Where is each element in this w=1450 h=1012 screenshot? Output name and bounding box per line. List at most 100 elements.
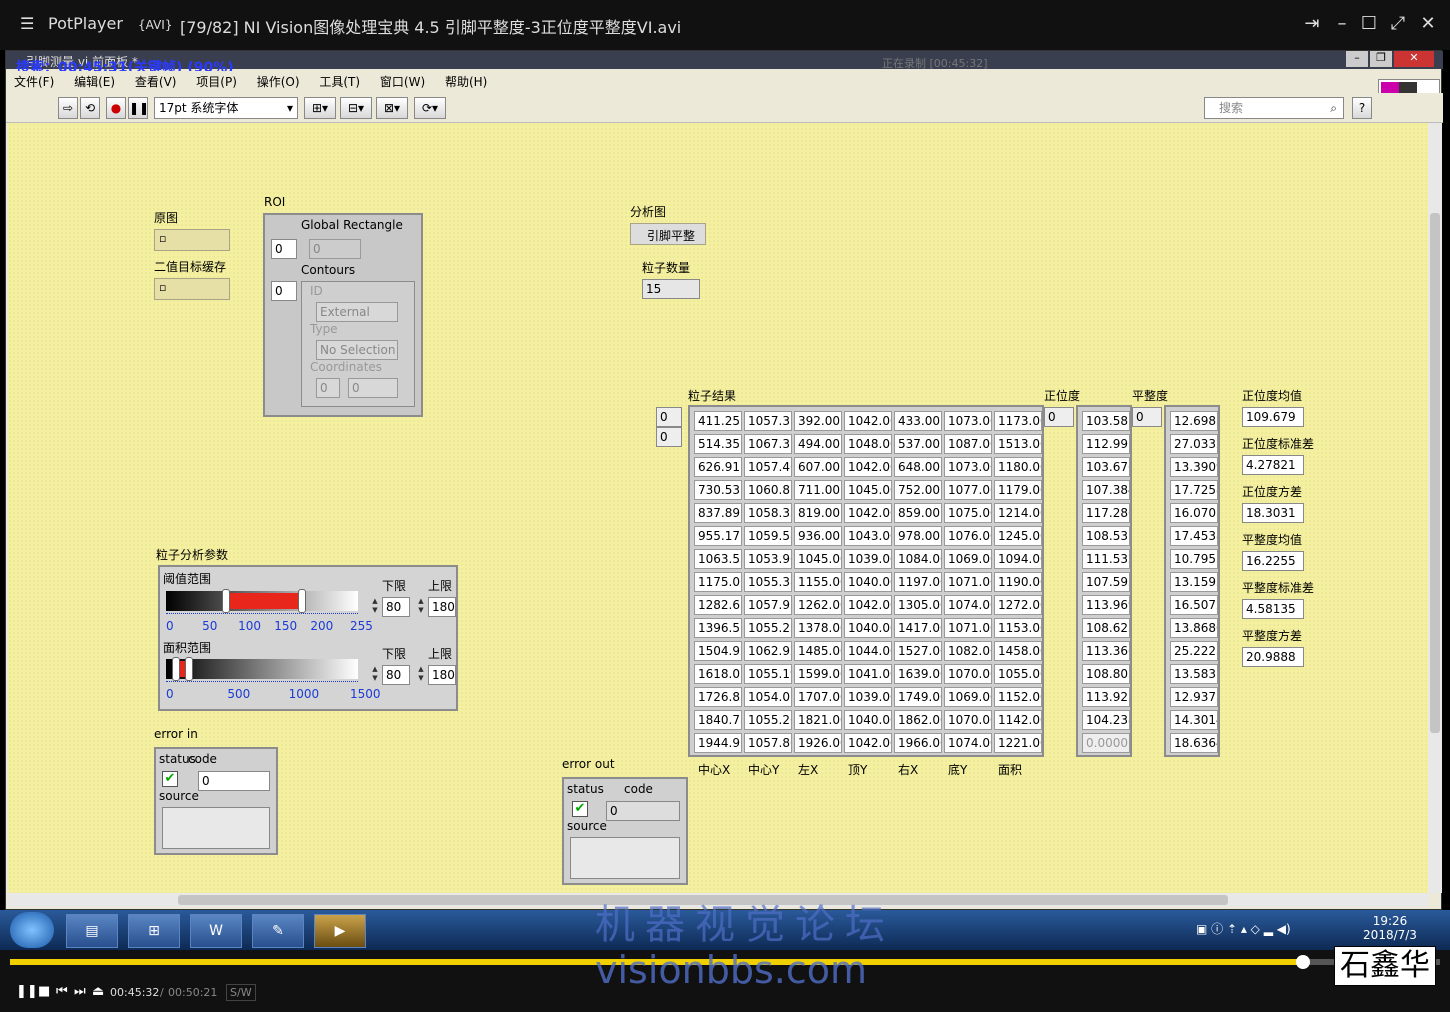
flat-index[interactable]: 0 <box>1132 407 1162 427</box>
table-cell: 1214.00 <box>994 503 1042 523</box>
list-item: 103.676 <box>1082 457 1130 477</box>
menu-project[interactable]: 项目(P) <box>196 71 237 93</box>
minimize-icon[interactable]: – <box>1330 12 1354 36</box>
search-input[interactable]: 搜索 ⌕ <box>1204 97 1344 119</box>
thr-upper-spin-icon[interactable]: ▲ ▼ <box>416 597 426 617</box>
area-upper-input[interactable]: 180 <box>428 665 456 685</box>
roi-index-1[interactable]: 0 <box>271 239 297 259</box>
lv-restore-icon[interactable]: ❐ <box>1370 51 1392 67</box>
menu-window[interactable]: 窗口(W) <box>380 71 425 93</box>
labview-task-icon[interactable]: ▶ <box>314 914 366 948</box>
prev-icon[interactable]: ⏮ <box>56 984 68 999</box>
word-icon[interactable]: W <box>190 914 242 948</box>
vertical-scrollbar[interactable] <box>1428 123 1442 893</box>
next-icon[interactable]: ⏭ <box>74 984 86 999</box>
run-continuous-icon[interactable]: ⟲ <box>80 97 100 119</box>
roi-id-field[interactable]: External <box>316 302 398 322</box>
area-slider[interactable] <box>166 657 358 681</box>
menu-operate[interactable]: 操作(O) <box>257 71 300 93</box>
thr-upper-input[interactable]: 180 <box>428 597 456 617</box>
threshold-lower-handle[interactable] <box>222 589 231 613</box>
area-lower-handle[interactable] <box>172 657 181 681</box>
threshold-upper-handle[interactable] <box>297 589 306 613</box>
align-icon[interactable]: ⊞▾ <box>304 97 336 119</box>
reorder-icon[interactable]: ⟳▾ <box>414 97 446 119</box>
chevron-down-icon: ▾ <box>286 101 293 115</box>
menu-file[interactable]: 文件(F) <box>14 71 54 93</box>
menu-icon[interactable]: ☰ <box>20 14 34 33</box>
stat-value: 109.679 <box>1242 407 1304 427</box>
error-in-code-input[interactable]: 0 <box>198 771 270 791</box>
tray-clock[interactable]: 19:26 2018/7/3 <box>1360 914 1420 942</box>
roi-coords-field[interactable]: 0 <box>348 378 398 398</box>
error-in-source-input[interactable] <box>162 807 270 849</box>
distribute-icon[interactable]: ⊟▾ <box>340 97 372 119</box>
list-item: 111.532 <box>1082 549 1130 569</box>
flat-array: 12.6983 27.0332 13.3909 17.7258 16.0705 17.45… <box>1164 405 1220 757</box>
table-cell: 1087.00 <box>944 434 992 454</box>
table-cell: 978.00 <box>894 526 942 546</box>
seek-knob[interactable] <box>1295 955 1310 969</box>
menu-edit[interactable]: 编辑(E) <box>74 71 115 93</box>
tray-icons[interactable]: ▣ ⓘ ⇡ ▴ ◇ ▂ ◀) <box>1196 920 1291 937</box>
roi-coords-index[interactable]: 0 <box>316 378 340 398</box>
table-cell: 730.53 <box>694 480 742 500</box>
watermark-cn: 机器视觉论坛 <box>595 902 895 948</box>
analysis-control[interactable]: 引脚平整 <box>630 223 706 245</box>
column-header: 底Y <box>948 763 968 777</box>
table-cell: 1057.86 <box>744 733 792 753</box>
explorer-icon[interactable]: ▤ <box>66 914 118 948</box>
help-icon[interactable]: ? <box>1352 97 1372 119</box>
table-cell: 1073.00 <box>944 411 992 431</box>
format-badge: {AVI} <box>138 18 173 32</box>
position-index[interactable]: 0 <box>1044 407 1074 427</box>
lv-close-icon[interactable]: ✕ <box>1394 51 1434 67</box>
table-cell: 711.00 <box>794 480 842 500</box>
fullscreen-icon[interactable]: ⤢ <box>1386 12 1410 36</box>
labview-window: 引脚测量.vi 前面板 * 搜索：00:45:31(关键帧) (90%) 正在录… <box>5 50 1443 910</box>
app-icon[interactable]: ⊞ <box>128 914 180 948</box>
area-lower-input[interactable]: 80 <box>382 665 410 685</box>
menu-view[interactable]: 查看(V) <box>135 71 177 93</box>
roi-index-2[interactable]: 0 <box>271 281 297 301</box>
thr-lower-input[interactable]: 80 <box>382 597 410 617</box>
menu-tools[interactable]: 工具(T) <box>319 71 360 93</box>
run-icon[interactable]: ⇨ <box>58 97 78 119</box>
area-lower-spin-icon[interactable]: ▲ ▼ <box>370 665 380 685</box>
maximize-icon[interactable]: ☐ <box>1357 12 1381 36</box>
area-upper-spin-icon[interactable]: ▲ ▼ <box>416 665 426 685</box>
list-item: 12.6983 <box>1170 411 1218 431</box>
table-cell: 1599.00 <box>794 664 842 684</box>
close-icon[interactable]: ✕ <box>1416 12 1440 36</box>
column-header: 面积 <box>998 763 1023 777</box>
table-cell: 1043.00 <box>844 526 892 546</box>
column-header: 中心X <box>698 763 731 777</box>
pause-button-icon[interactable]: ❚❚ <box>16 984 38 999</box>
thr-lower-spin-icon[interactable]: ▲ ▼ <box>370 597 380 617</box>
roi-rect-field[interactable]: 0 <box>309 239 361 259</box>
sw-badge[interactable]: S/W <box>226 984 256 1001</box>
orig-image-control[interactable]: ▫ <box>154 229 230 251</box>
error-in-label: error in <box>154 727 198 741</box>
area-upper-handle[interactable] <box>185 657 194 681</box>
result-row-index[interactable]: 0 <box>656 407 682 427</box>
error-in-status-checkbox[interactable]: ✔ <box>162 771 178 787</box>
paint-icon[interactable]: ✎ <box>252 914 304 948</box>
menu-help[interactable]: 帮助(H) <box>445 71 487 93</box>
eject-icon[interactable]: ⏏ <box>92 984 104 999</box>
abort-icon[interactable]: ● <box>106 97 126 119</box>
stop-icon[interactable]: ■ <box>38 984 50 999</box>
table-cell: 1504.92 <box>694 641 742 661</box>
start-button[interactable] <box>10 912 54 948</box>
pin-icon[interactable]: ⇥ <box>1300 12 1324 36</box>
vertical-scroll-thumb[interactable] <box>1430 213 1440 733</box>
font-select[interactable]: 17pt 系统字体 ▾ <box>154 97 298 119</box>
pause-icon[interactable]: ❚❚ <box>128 97 149 119</box>
table-cell: 1040.00 <box>844 572 892 592</box>
bin-image-control[interactable]: ▫ <box>154 278 230 300</box>
roi-type-field[interactable]: No Selection <box>316 340 398 360</box>
lv-minimize-icon[interactable]: – <box>1346 51 1368 67</box>
result-col-index[interactable]: 0 <box>656 427 682 447</box>
resize-icon[interactable]: ⊠▾ <box>376 97 408 119</box>
threshold-slider[interactable] <box>166 589 358 613</box>
